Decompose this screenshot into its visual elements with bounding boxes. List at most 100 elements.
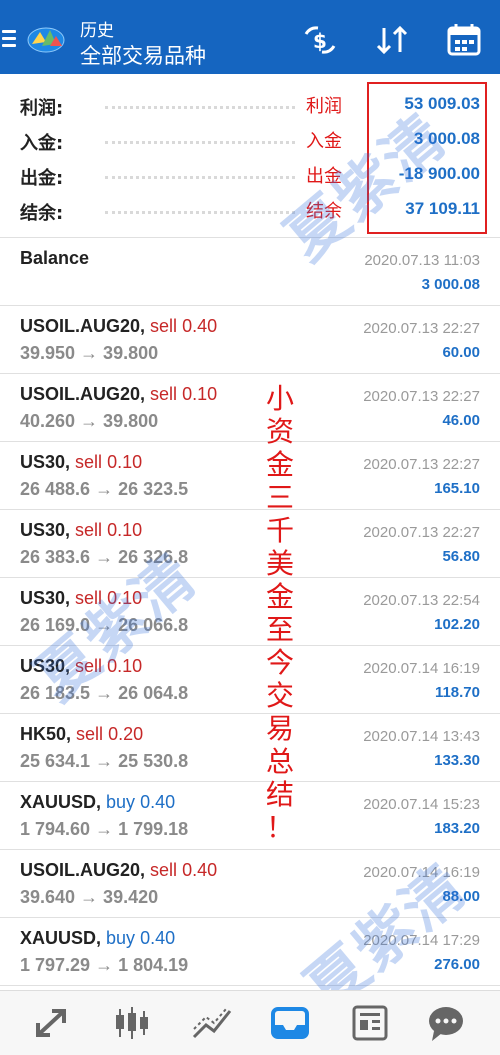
- summary-label: 结余:: [20, 203, 64, 224]
- app-logo-icon: [26, 24, 66, 54]
- item-profit: 118.70: [434, 684, 480, 701]
- trade-side: sell: [76, 724, 104, 744]
- menu-icon[interactable]: [2, 30, 16, 48]
- item-prices: 26 488.6 → 26 323.5: [20, 479, 189, 499]
- list-item[interactable]: HK50, sell 0.20 25 634.1 → 25 530.8 2020…: [0, 714, 500, 782]
- trade-volume: 0.10: [107, 452, 143, 472]
- item-prices: 40.260 → 39.800: [20, 411, 159, 431]
- symbol-text: HK50,: [20, 724, 72, 744]
- trade-volume: 0.40: [182, 860, 218, 880]
- annotation-char: 金: [265, 448, 294, 481]
- annotation-char: 金: [265, 580, 294, 613]
- item-prices: 25 634.1 → 25 530.8: [20, 751, 189, 771]
- trade-side: buy: [106, 792, 136, 812]
- annotation-char: 资: [265, 415, 294, 448]
- trade-side: buy: [106, 928, 136, 948]
- symbol-text: USOIL.AUG20,: [20, 860, 146, 880]
- item-symbol: US30, sell 0.10: [20, 520, 142, 541]
- item-profit: 60.00: [442, 344, 480, 361]
- symbol-text: USOIL.AUG20,: [20, 384, 146, 404]
- annotation-char: 总: [265, 745, 294, 778]
- trade-volume: 0.40: [140, 792, 176, 812]
- list-item[interactable]: US30, sell 0.10 26 383.6 → 26 326.8 2020…: [0, 510, 500, 578]
- item-symbol: USOIL.AUG20, sell 0.10: [20, 384, 217, 405]
- annotation-vertical: 小 资 金 三 千 美 金 至 今 交 易 总 结 ！: [260, 382, 300, 844]
- annotation-char: 至: [265, 613, 294, 646]
- header-subtitle: 历史: [80, 21, 114, 41]
- symbol-text: XAUUSD,: [20, 928, 102, 948]
- item-date: 2020.07.14 13:43: [363, 728, 480, 745]
- quotes-icon[interactable]: [30, 1003, 74, 1043]
- item-profit: 133.30: [434, 752, 480, 769]
- trade-volume: 0.40: [182, 316, 218, 336]
- annotation-char: 美: [265, 547, 294, 580]
- item-date: 2020.07.13 22:54: [363, 592, 480, 609]
- summary-label: 入金:: [20, 133, 64, 154]
- item-symbol: XAUUSD, buy 0.40: [20, 792, 175, 813]
- item-symbol: US30, sell 0.10: [20, 452, 142, 473]
- item-symbol: XAUUSD, buy 0.40: [20, 928, 175, 949]
- item-prices: 39.640 → 39.420: [20, 887, 159, 907]
- item-date: 2020.07.13 22:27: [363, 456, 480, 473]
- annotation-char: 小: [265, 382, 294, 415]
- symbol-text: US30,: [20, 520, 71, 540]
- item-prices: 39.950 → 39.800: [20, 343, 159, 363]
- trade-side: sell: [75, 452, 103, 472]
- dotted-leader: [105, 176, 295, 179]
- item-date: 2020.07.14 15:23: [363, 796, 480, 813]
- header-title[interactable]: 全部交易品种: [80, 40, 206, 70]
- history-icon[interactable]: [268, 1003, 312, 1043]
- item-profit: 102.20: [434, 616, 480, 633]
- summary-label: 出金:: [20, 168, 64, 189]
- annotation-char: 易: [265, 712, 294, 745]
- symbol-text: XAUUSD,: [20, 792, 102, 812]
- list-item[interactable]: USOIL.AUG20, sell 0.40 39.950 → 39.800 2…: [0, 306, 500, 374]
- news-icon[interactable]: [348, 1003, 392, 1043]
- dotted-leader: [105, 106, 295, 109]
- trade-volume: 0.10: [182, 384, 218, 404]
- item-date: 2020.07.14 16:19: [363, 660, 480, 677]
- trade-icon[interactable]: [190, 1003, 234, 1043]
- list-item[interactable]: USOIL.AUG20, sell 0.10 40.260 → 39.800 2…: [0, 374, 500, 442]
- item-symbol: Balance: [20, 248, 89, 269]
- bottom-navigation: [0, 990, 500, 1055]
- item-profit: 276.00: [434, 956, 480, 973]
- dotted-leader: [105, 141, 295, 144]
- trade-volume: 0.20: [108, 724, 144, 744]
- item-prices: 1 794.60 → 1 799.18: [20, 819, 189, 839]
- currency-exchange-icon[interactable]: $: [300, 22, 340, 58]
- symbol-text: Balance: [20, 248, 90, 268]
- item-symbol: USOIL.AUG20, sell 0.40: [20, 316, 217, 337]
- trade-side: sell: [75, 520, 103, 540]
- svg-text:$: $: [313, 29, 327, 53]
- annotation-char: 结: [265, 778, 294, 811]
- sort-icon[interactable]: [372, 22, 412, 58]
- item-profit: 46.00: [442, 412, 480, 429]
- item-symbol: HK50, sell 0.20: [20, 724, 143, 745]
- chat-icon[interactable]: [424, 1003, 468, 1043]
- item-symbol: USOIL.AUG20, sell 0.40: [20, 860, 217, 881]
- trade-side: sell: [150, 316, 178, 336]
- summary-label: 利润:: [20, 98, 64, 119]
- annotation-char: ！: [265, 811, 294, 844]
- symbol-text: US30,: [20, 452, 71, 472]
- item-profit: 165.10: [434, 480, 480, 497]
- chart-icon[interactable]: [110, 1003, 154, 1043]
- item-date: 2020.07.13 22:27: [363, 388, 480, 405]
- app-bar: 历史 全部交易品种 $: [0, 0, 500, 74]
- calendar-icon[interactable]: [444, 22, 484, 58]
- annotation-char: 三: [265, 481, 294, 514]
- item-profit: 183.20: [434, 820, 480, 837]
- item-date: 2020.07.13 22:27: [363, 524, 480, 541]
- symbol-text: USOIL.AUG20,: [20, 316, 146, 336]
- item-date: 2020.07.13 11:03: [364, 252, 480, 269]
- trade-side: sell: [150, 860, 178, 880]
- symbol-text: US30,: [20, 588, 71, 608]
- annotation-char: 千: [265, 514, 294, 547]
- list-item[interactable]: US30, sell 0.10 26 488.6 → 26 323.5 2020…: [0, 442, 500, 510]
- item-prices: 1 797.29 → 1 804.19: [20, 955, 189, 975]
- annotation-char: 今: [265, 646, 294, 679]
- list-item[interactable]: Balance 2020.07.13 11:03 3 000.08: [0, 238, 500, 306]
- item-profit: 3 000.08: [421, 276, 480, 293]
- trade-side: sell: [150, 384, 178, 404]
